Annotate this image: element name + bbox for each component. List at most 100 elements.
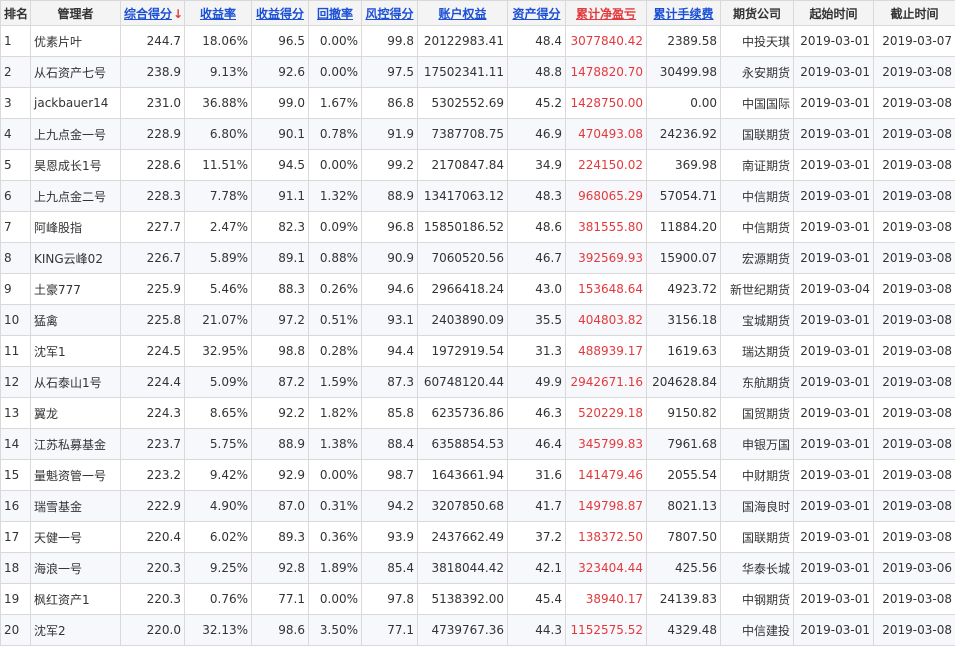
col-composite-score-header[interactable]: 综合得分↓	[121, 1, 185, 26]
cell-start-date: 2019-03-01	[794, 243, 874, 274]
cell-cum-pnl: 381555.80	[566, 212, 647, 243]
table-row[interactable]: 6上九点金二号228.37.78%91.11.32%88.913417063.1…	[1, 181, 955, 212]
cell-drawdown: 0.00%	[309, 460, 362, 491]
cell-drawdown: 3.50%	[309, 615, 362, 646]
cell-cum-pnl: 141479.46	[566, 460, 647, 491]
col-return-score-header[interactable]: 收益得分	[252, 1, 309, 26]
cell-manager[interactable]: 沈军2	[31, 615, 121, 646]
cell-start-date: 2019-03-01	[794, 460, 874, 491]
cell-composite-score: 223.7	[121, 429, 185, 460]
col-risk-score-header[interactable]: 风控得分	[362, 1, 418, 26]
cell-risk-score: 97.5	[362, 57, 418, 88]
col-rank-header: 排名	[1, 1, 31, 26]
cell-manager[interactable]: 瑞雪基金	[31, 491, 121, 522]
cell-manager[interactable]: jackbauer14	[31, 88, 121, 119]
cell-manager[interactable]: 上九点金二号	[31, 181, 121, 212]
table-row[interactable]: 14江苏私募基金223.75.75%88.91.38%88.46358854.5…	[1, 429, 955, 460]
cell-cum-fee: 369.98	[647, 150, 721, 181]
table-row[interactable]: 12从石泰山1号224.45.09%87.21.59%87.360748120.…	[1, 367, 955, 398]
table-row[interactable]: 7阿峰股指227.72.47%82.30.09%96.815850186.524…	[1, 212, 955, 243]
cell-rank: 12	[1, 367, 31, 398]
cell-equity: 2966418.24	[418, 274, 508, 305]
cell-risk-score: 99.2	[362, 150, 418, 181]
cell-cum-pnl: 2942671.16	[566, 367, 647, 398]
cell-drawdown: 1.89%	[309, 553, 362, 584]
col-equity-header[interactable]: 账户权益	[418, 1, 508, 26]
cell-manager[interactable]: 海浪一号	[31, 553, 121, 584]
cell-start-date: 2019-03-01	[794, 26, 874, 57]
cell-asset-score: 48.8	[508, 57, 566, 88]
cell-cum-pnl: 470493.08	[566, 119, 647, 150]
col-end-header: 截止时间	[874, 1, 955, 26]
cell-cum-pnl: 153648.64	[566, 274, 647, 305]
table-row[interactable]: 10猛禽225.821.07%97.20.51%93.12403890.0935…	[1, 305, 955, 336]
table-row[interactable]: 18海浪一号220.39.25%92.81.89%85.43818044.424…	[1, 553, 955, 584]
cell-manager[interactable]: 从石资产七号	[31, 57, 121, 88]
cell-manager[interactable]: 土豪777	[31, 274, 121, 305]
cell-manager[interactable]: 天健一号	[31, 522, 121, 553]
cell-return-score: 88.3	[252, 274, 309, 305]
cell-risk-score: 85.8	[362, 398, 418, 429]
col-start-header: 起始时间	[794, 1, 874, 26]
cell-return-score: 92.6	[252, 57, 309, 88]
table-row[interactable]: 9土豪777225.95.46%88.30.26%94.62966418.244…	[1, 274, 955, 305]
cell-broker: 中信期货	[721, 212, 794, 243]
table-row[interactable]: 13翼龙224.38.65%92.21.82%85.86235736.8646.…	[1, 398, 955, 429]
cell-return-rate: 2.47%	[185, 212, 252, 243]
cell-drawdown: 1.82%	[309, 398, 362, 429]
cell-manager[interactable]: KING云峰02	[31, 243, 121, 274]
table-row[interactable]: 11沈军1224.532.95%98.80.28%94.41972919.543…	[1, 336, 955, 367]
cell-risk-score: 90.9	[362, 243, 418, 274]
cell-return-rate: 6.80%	[185, 119, 252, 150]
cell-cum-pnl: 138372.50	[566, 522, 647, 553]
col-cum-pnl-header[interactable]: 累计净盈亏	[566, 1, 647, 26]
cell-return-rate: 4.90%	[185, 491, 252, 522]
cell-end-date: 2019-03-08	[874, 367, 955, 398]
cell-cum-fee: 24139.83	[647, 584, 721, 615]
cell-manager[interactable]: 量魁资管一号	[31, 460, 121, 491]
cell-cum-fee: 1619.63	[647, 336, 721, 367]
cell-end-date: 2019-03-08	[874, 57, 955, 88]
table-row[interactable]: 17天健一号220.46.02%89.30.36%93.92437662.493…	[1, 522, 955, 553]
cell-equity: 60748120.44	[418, 367, 508, 398]
cell-manager[interactable]: 江苏私募基金	[31, 429, 121, 460]
cell-cum-pnl: 1478820.70	[566, 57, 647, 88]
table-row[interactable]: 8KING云峰02226.75.89%89.10.88%90.97060520.…	[1, 243, 955, 274]
cell-manager[interactable]: 沈军1	[31, 336, 121, 367]
cell-rank: 16	[1, 491, 31, 522]
cell-start-date: 2019-03-01	[794, 212, 874, 243]
col-broker-header: 期货公司	[721, 1, 794, 26]
cell-manager[interactable]: 枫红资产1	[31, 584, 121, 615]
cell-manager[interactable]: 猛禽	[31, 305, 121, 336]
table-row[interactable]: 3jackbauer14231.036.88%99.01.67%86.85302…	[1, 88, 955, 119]
table-row[interactable]: 20沈军2220.032.13%98.63.50%77.14739767.364…	[1, 615, 955, 646]
col-asset-score-header[interactable]: 资产得分	[508, 1, 566, 26]
cell-broker: 南证期货	[721, 150, 794, 181]
col-drawdown-header[interactable]: 回撤率	[309, 1, 362, 26]
table-row[interactable]: 2从石资产七号238.99.13%92.60.00%97.517502341.1…	[1, 57, 955, 88]
cell-return-rate: 32.13%	[185, 615, 252, 646]
cell-end-date: 2019-03-08	[874, 181, 955, 212]
table-row[interactable]: 5昊恩成长1号228.611.51%94.50.00%99.22170847.8…	[1, 150, 955, 181]
table-row[interactable]: 16瑞雪基金222.94.90%87.00.31%94.23207850.684…	[1, 491, 955, 522]
col-return-rate-header[interactable]: 收益率	[185, 1, 252, 26]
cell-return-score: 94.5	[252, 150, 309, 181]
table-row[interactable]: 19枫红资产1220.30.76%77.10.00%97.85138392.00…	[1, 584, 955, 615]
cell-manager[interactable]: 优素片叶	[31, 26, 121, 57]
col-manager-header: 管理者	[31, 1, 121, 26]
composite-score-label: 综合得分	[124, 7, 172, 21]
ranking-table: 排名 管理者 综合得分↓ 收益率 收益得分 回撤率 风控得分 账户权益 资产得分…	[0, 0, 955, 646]
cell-manager[interactable]: 从石泰山1号	[31, 367, 121, 398]
table-row[interactable]: 15量魁资管一号223.29.42%92.90.00%98.71643661.9…	[1, 460, 955, 491]
cell-return-rate: 11.51%	[185, 150, 252, 181]
cell-manager[interactable]: 上九点金一号	[31, 119, 121, 150]
cell-equity: 1972919.54	[418, 336, 508, 367]
table-row[interactable]: 1优素片叶244.718.06%96.50.00%99.820122983.41…	[1, 26, 955, 57]
col-cum-fee-header[interactable]: 累计手续费	[647, 1, 721, 26]
cell-manager[interactable]: 昊恩成长1号	[31, 150, 121, 181]
cell-manager[interactable]: 翼龙	[31, 398, 121, 429]
table-row[interactable]: 4上九点金一号228.96.80%90.10.78%91.97387708.75…	[1, 119, 955, 150]
cell-start-date: 2019-03-01	[794, 553, 874, 584]
cell-manager[interactable]: 阿峰股指	[31, 212, 121, 243]
cell-drawdown: 1.38%	[309, 429, 362, 460]
